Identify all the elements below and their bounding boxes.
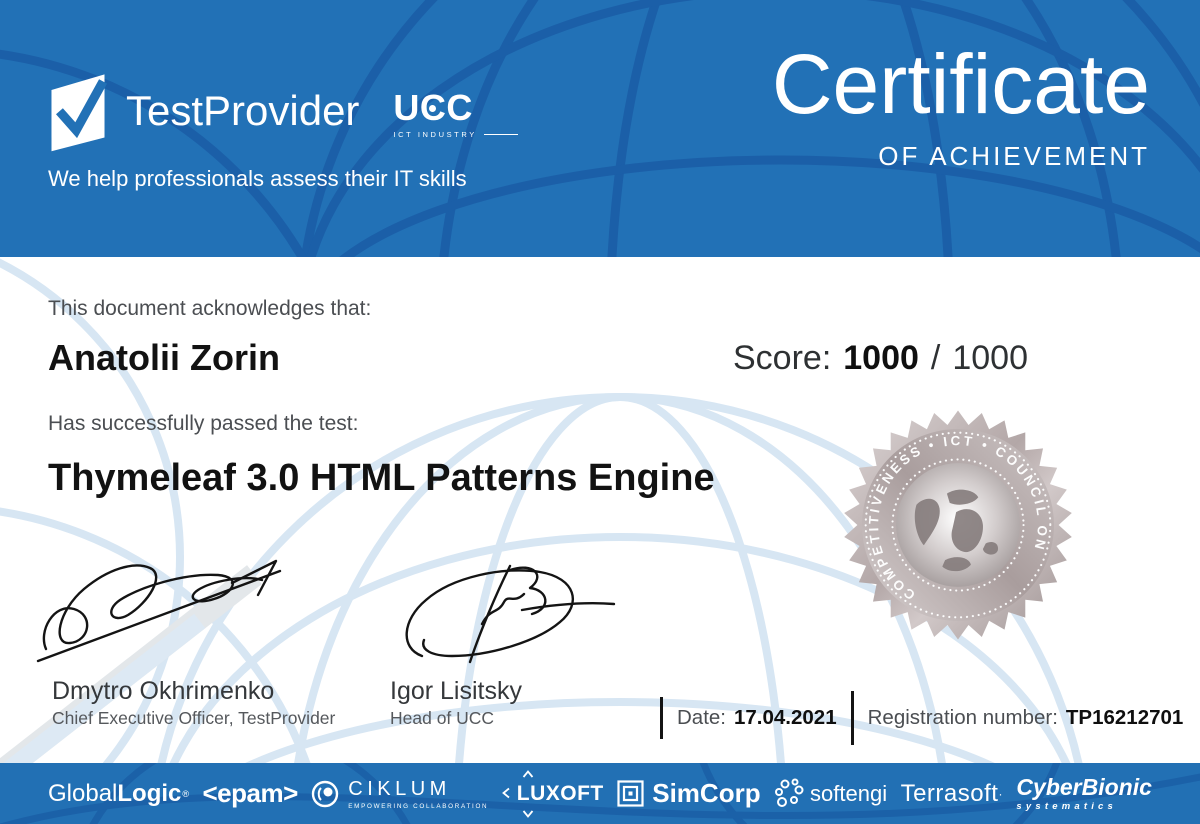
banner: TestProvider UCC ICT INDUSTRY We help pr… (0, 0, 1200, 257)
meta-divider-bar (850, 691, 854, 745)
registration-label: Registration number: (867, 706, 1058, 729)
recipient-name: Anatolii Zorin (48, 337, 280, 378)
ciklum-text: CIKLUM (348, 777, 451, 800)
signature-image-ceo (36, 559, 282, 663)
logo-cyberbionic: CyberBionic systematics (1016, 773, 1152, 812)
terrasoft-text: Terrasoft (900, 779, 999, 807)
registration-value: TP16212701 (1065, 706, 1184, 729)
logo-epam: <epam> (202, 778, 298, 808)
certificate-body: This document acknowledges that: Anatoli… (0, 257, 1200, 763)
ucc-subtitle: ICT INDUSTRY (393, 129, 477, 139)
signer-title-ucc: Head of UCC (390, 708, 495, 728)
signer-name-ucc: Igor Lisitsky (390, 677, 522, 705)
brand-lockup: TestProvider UCC ICT INDUSTRY (46, 68, 518, 154)
certificate-page: TestProvider UCC ICT INDUSTRY We help pr… (0, 0, 1200, 824)
terrasoft-mark: · (998, 786, 1003, 801)
brand-name: TestProvider (126, 87, 360, 134)
test-name: Thymeleaf 3.0 HTML Patterns Engine (48, 457, 715, 499)
softengi-icon (775, 778, 804, 807)
logo-terrasoft: Terrasoft · (901, 780, 1003, 808)
passed-label: Has successfully passed the test: (48, 412, 359, 435)
date-label: Date: (677, 706, 726, 729)
ciklum-tagline: EMPOWERING COLLABORATION (348, 802, 489, 810)
globallogic-text-bold: Logic (117, 779, 182, 807)
luxoft-chevron-up-icon (522, 769, 533, 778)
logo-ciklum: CIKLUM EMPOWERING COLLABORATION (311, 778, 488, 810)
logo-luxoft: LUXOFT (501, 769, 604, 818)
certificate-title: Certificate (771, 37, 1150, 131)
simcorp-icon (617, 780, 644, 807)
logo-softengi: softengi (774, 778, 887, 810)
score-value: 1000 (843, 339, 919, 377)
simcorp-text: SimCorp (652, 778, 761, 808)
acknowledge-label: This document acknowledges that: (48, 297, 372, 320)
score-label: Score: (733, 339, 832, 377)
signer-title-ceo: Chief Executive Officer, TestProvider (52, 708, 336, 728)
date-value: 17.04.2021 (734, 706, 837, 729)
meta-divider-bar (660, 697, 663, 739)
ciklum-icon (312, 780, 339, 807)
title-block: Certificate OF ACHIEVEMENT (772, 36, 1150, 172)
score-divider: / (930, 339, 941, 377)
score-max: 1000 (952, 339, 1028, 377)
signature-image-ucc (405, 564, 616, 664)
globallogic-reg-mark: ® (182, 788, 190, 799)
score-row: Score: 1000 / 1000 (733, 339, 1028, 378)
seal-medal-icon: COMPETITIVENESS • ICT • COUNCIL ON (844, 410, 1072, 640)
ucc-logo-text: UCC (393, 86, 473, 128)
luxoft-text: LUXOFT (516, 781, 604, 805)
luxoft-chevron-down-icon (522, 809, 533, 818)
partners-footer: Global Logic ® <epam> CIKLUM EMPOWERING CO… (0, 763, 1200, 824)
cyberbionic-text: CyberBionic (1016, 773, 1152, 800)
cyberbionic-subtext: systematics (1016, 800, 1118, 812)
luxoft-chevron-left-icon (501, 787, 510, 798)
ucc-dot-icon (429, 104, 437, 112)
meta-row: Date: 17.04.2021 Registration number: TP… (660, 691, 1197, 745)
logo-simcorp: SimCorp (617, 778, 761, 809)
softengi-text: softengi (810, 780, 888, 806)
tagline: We help professionals assess their IT sk… (48, 166, 467, 191)
ucc-underline (483, 133, 518, 135)
ucc-logo: UCC ICT INDUSTRY (393, 86, 518, 139)
certificate-subtitle: OF ACHIEVEMENT (878, 140, 1150, 171)
signer-name-ceo: Dmytro Okhrimenko (52, 677, 275, 705)
globallogic-text-light: Global (48, 779, 118, 807)
testprovider-checkmark-icon (51, 74, 108, 152)
logo-globallogic: Global Logic ® (48, 780, 189, 808)
